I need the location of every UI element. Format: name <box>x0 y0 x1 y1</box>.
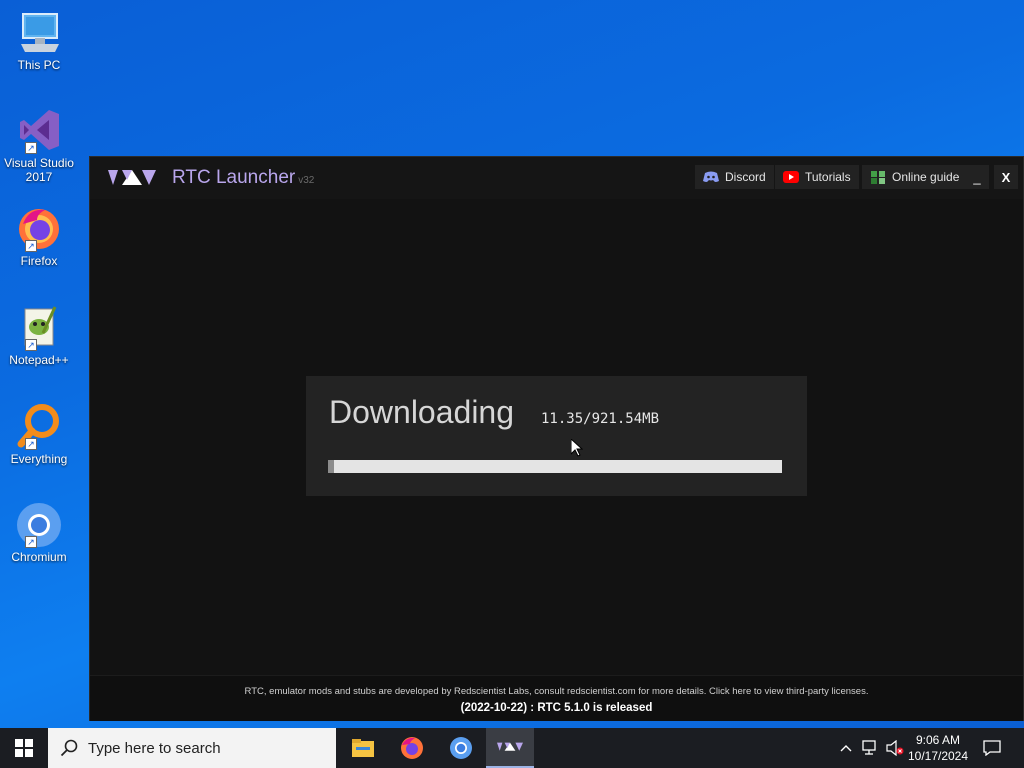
rtc-launcher-icon <box>497 742 523 751</box>
launcher-footer: RTC, emulator mods and stubs are develop… <box>90 675 1023 721</box>
desktop-icon-firefox[interactable]: ↗ Firefox <box>4 204 74 268</box>
show-hidden-icons-chevron-icon[interactable] <box>836 738 856 758</box>
chromium-icon <box>450 737 472 759</box>
guide-book-icon <box>871 171 885 184</box>
desktop-icon-chromium[interactable]: ↗ Chromium <box>4 500 74 564</box>
clock-time: 9:06 AM <box>915 733 961 747</box>
desktop-icon-label: Visual Studio 2017 <box>4 156 74 184</box>
search-icon <box>60 739 78 757</box>
youtube-icon <box>783 171 799 183</box>
notifications-icon[interactable] <box>982 738 1002 758</box>
windows-logo-icon <box>15 739 33 757</box>
volume-muted-icon[interactable] <box>885 738 905 758</box>
shortcut-arrow-icon: ↗ <box>25 536 37 548</box>
taskbar-file-explorer[interactable] <box>339 728 387 768</box>
start-button[interactable] <box>0 728 48 768</box>
rtc-launcher-window: RTC Launcher v32 Discord Tutorials Onlin… <box>89 156 1024 721</box>
download-progress-bar <box>328 460 782 473</box>
rtc-logo-icon <box>108 170 156 185</box>
shortcut-arrow-icon: ↗ <box>25 339 37 351</box>
file-explorer-icon <box>352 739 374 757</box>
desktop-icon-this-pc[interactable]: This PC <box>4 8 74 72</box>
desktop-icon-label: Firefox <box>20 254 58 268</box>
firefox-icon <box>401 737 423 759</box>
desktop-icon-label: Everything <box>10 452 68 466</box>
download-panel: Downloading 11.35/921.54MB <box>306 376 807 496</box>
download-progress-fill <box>328 460 334 473</box>
shortcut-arrow-icon: ↗ <box>25 240 37 252</box>
online-guide-label: Online guide <box>892 170 960 184</box>
close-button[interactable]: X <box>994 165 1018 189</box>
tutorials-button[interactable]: Tutorials <box>775 165 859 189</box>
shortcut-arrow-icon: ↗ <box>25 438 37 450</box>
taskbar-search-box[interactable]: Type here to search <box>48 728 336 768</box>
notepadpp-icon: ↗ <box>15 303 63 351</box>
desktop-icon-label: Notepad++ <box>9 353 69 367</box>
app-title: RTC Launcher v32 <box>172 167 314 189</box>
mouse-cursor-icon <box>571 439 583 457</box>
online-guide-button[interactable]: Online guide <box>862 165 968 189</box>
desktop-icon-label: This PC <box>17 58 61 72</box>
download-title: Downloading <box>329 394 515 430</box>
credits-note[interactable]: RTC, emulator mods and stubs are develop… <box>90 686 1023 697</box>
desktop-icon-visual-studio[interactable]: ↗ Visual Studio 2017 <box>4 106 74 184</box>
discord-label: Discord <box>725 170 766 184</box>
chromium-icon: ↗ <box>15 500 63 548</box>
desktop-icon-everything[interactable]: ↗ Everything <box>4 402 74 466</box>
desktop-icon-label: Chromium <box>11 550 67 564</box>
news-line: (2022-10-22) : RTC 5.1.0 is released <box>460 702 653 714</box>
download-size: 11.35/921.54MB <box>541 411 660 427</box>
desktop-icon-notepadpp[interactable]: ↗ Notepad++ <box>4 303 74 367</box>
clock-date: 10/17/2024 <box>907 749 969 763</box>
search-placeholder: Type here to search <box>88 739 221 757</box>
minimize-button[interactable]: _ <box>965 165 989 189</box>
firefox-icon: ↗ <box>15 204 63 252</box>
shortcut-arrow-icon: ↗ <box>25 142 37 154</box>
tutorials-label: Tutorials <box>805 170 851 184</box>
app-version: v32 <box>298 175 315 186</box>
discord-button[interactable]: Discord <box>695 165 774 189</box>
taskbar-chromium[interactable] <box>437 728 485 768</box>
discord-icon <box>703 171 719 182</box>
taskbar: Type here to search 9:06 AM 10/17/2024 <box>0 728 1024 768</box>
taskbar-rtc-launcher[interactable] <box>486 728 534 768</box>
taskbar-clock[interactable]: 9:06 AM 10/17/2024 <box>904 732 972 764</box>
computer-icon <box>15 8 63 56</box>
title-bar[interactable]: RTC Launcher v32 Discord Tutorials Onlin… <box>90 157 1023 199</box>
app-title-text: RTC Launcher <box>172 167 296 188</box>
taskbar-firefox[interactable] <box>388 728 436 768</box>
visual-studio-icon: ↗ <box>15 106 63 154</box>
network-icon[interactable] <box>861 738 881 758</box>
search-magnifier-icon: ↗ <box>15 402 63 450</box>
